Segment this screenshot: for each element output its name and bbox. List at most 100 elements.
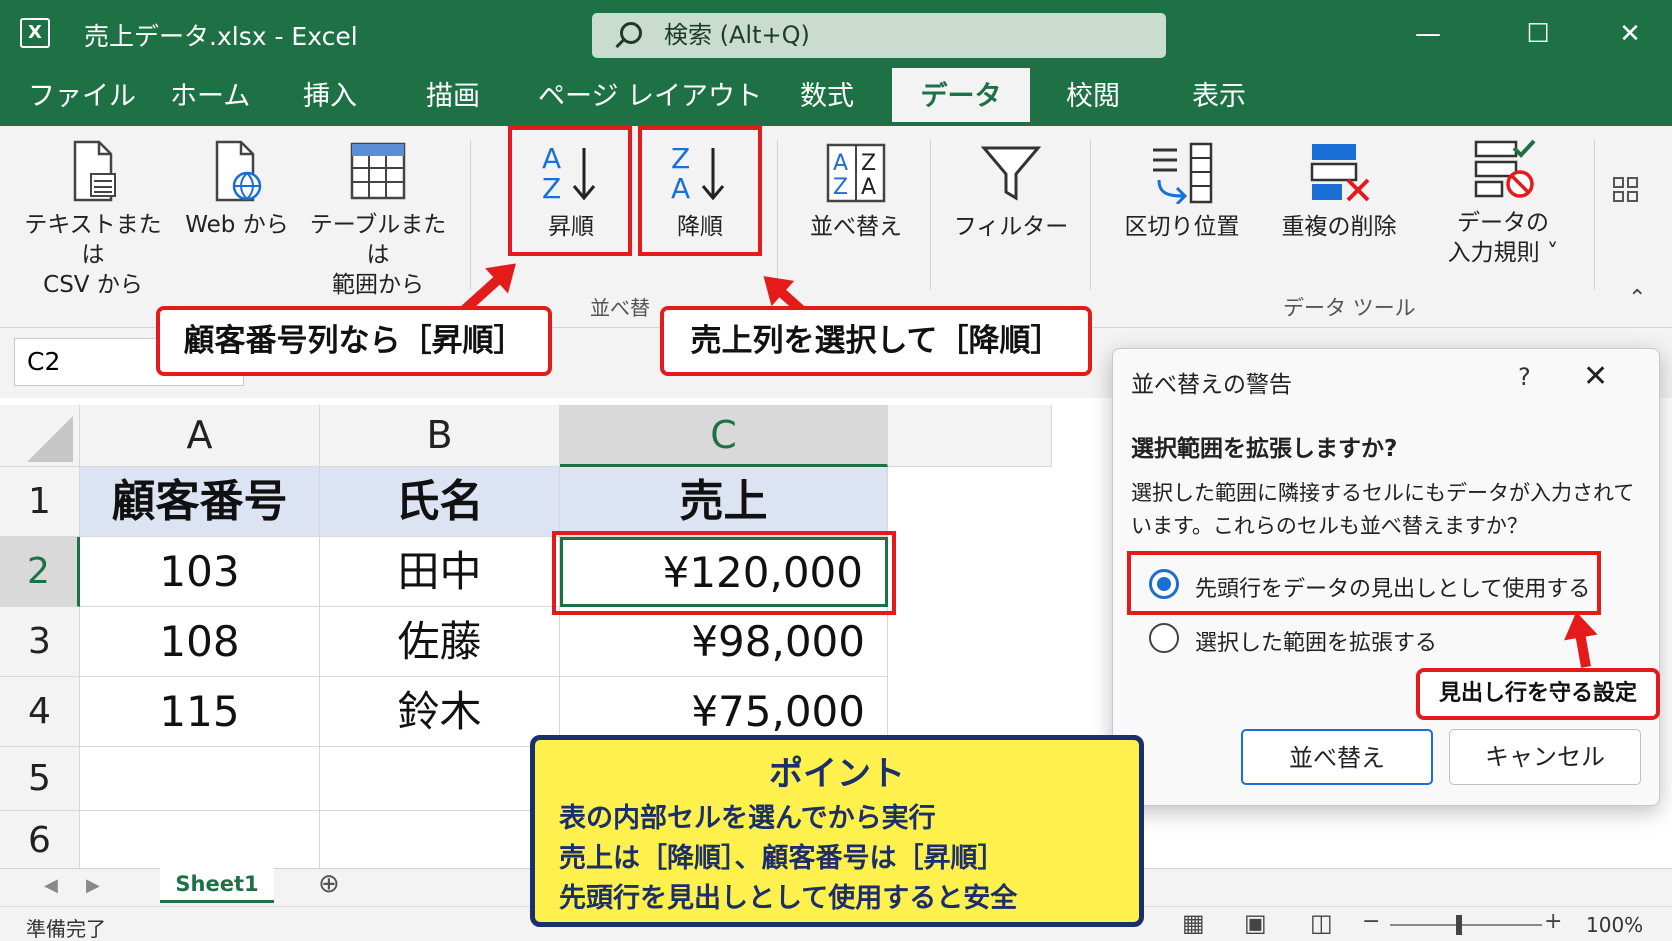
filter-label: フィルター <box>953 214 1069 240</box>
group-sort-filter-label: 並べ替えとフィルター <box>590 296 650 320</box>
zoom-out-icon[interactable]: − <box>1362 909 1380 934</box>
row-header-1[interactable]: 1 <box>0 467 80 537</box>
cell-a5[interactable] <box>80 747 320 811</box>
table-range-label: テーブルまたは 範囲から <box>309 212 447 298</box>
help-button[interactable]: ? <box>1518 363 1531 391</box>
scroll-right-icon[interactable]: ▶ <box>86 875 100 896</box>
zoom-slider[interactable] <box>1390 924 1542 926</box>
sort-warning-dialog: 並べ替えの警告 ? ✕ 選択範囲を拡張しますか? 選択した範囲に隣接するセルにも… <box>1112 348 1660 806</box>
radio-expand-selection[interactable] <box>1149 623 1179 653</box>
page-layout-view-icon[interactable]: ▣ <box>1244 909 1267 937</box>
cell-a4[interactable]: 115 <box>80 677 320 747</box>
row-header-2[interactable]: 2 <box>0 537 80 607</box>
ribbon-tabs: ファイル ホーム 挿入 描画 ページ レイアウト 数式 データ 校閲 表示 <box>0 68 1672 126</box>
row-header-3[interactable]: 3 <box>0 607 80 677</box>
cell-c3[interactable]: ¥98,000 <box>560 607 888 677</box>
collapse-ribbon-icon[interactable]: ⌃ <box>1628 286 1646 311</box>
ribbon-separator <box>470 140 471 290</box>
option-highlight-box <box>1127 551 1601 615</box>
search-box[interactable]: 検索 (Alt+Q) <box>592 13 1166 58</box>
tab-insert[interactable]: 挿入 <box>303 68 357 126</box>
group-outline-icon[interactable] <box>1612 176 1640 204</box>
point-title: ポイント <box>769 754 905 794</box>
tab-review[interactable]: 校閲 <box>1066 68 1120 126</box>
point-line-1: 表の内部セルを選んでから実行 <box>559 803 936 834</box>
maximize-button[interactable]: ☐ <box>1518 14 1558 54</box>
text-to-columns-icon <box>1153 142 1213 204</box>
cell-b2[interactable]: 田中 <box>320 537 560 607</box>
tab-data[interactable]: データ <box>892 68 1030 126</box>
filter-button[interactable]: フィルター <box>948 142 1074 242</box>
callout-ascending: 顧客番号列なら［昇順］ <box>156 306 552 376</box>
data-validation-button[interactable]: データの 入力規則 ˅ <box>1428 138 1578 268</box>
text-file-icon <box>73 140 116 202</box>
cell-b1[interactable]: 氏名 <box>320 467 560 537</box>
text-csv-button[interactable]: テキストまたは CSV から <box>18 140 168 300</box>
tab-home[interactable]: ホーム <box>170 68 250 126</box>
sort-confirm-button[interactable]: 並べ替え <box>1241 729 1433 785</box>
dialog-title: 並べ替えの警告 <box>1131 372 1292 398</box>
column-header-b[interactable]: B <box>320 405 560 467</box>
status-ready: 準備完了 <box>26 917 106 941</box>
point-line-3: 先頭行を見出しとして使用すると安全 <box>559 883 1018 914</box>
minimize-button[interactable]: — <box>1408 14 1448 54</box>
cell-b5[interactable] <box>320 747 560 811</box>
desc-highlight-box <box>638 126 762 256</box>
table-range-button[interactable]: テーブルまたは 範囲から <box>306 140 450 300</box>
sort-label: 並べ替え <box>810 214 902 240</box>
column-header-d[interactable] <box>888 405 1052 467</box>
asc-highlight-box <box>508 126 632 256</box>
svg-text:Z: Z <box>861 151 876 176</box>
radio-expand-selection-label[interactable]: 選択した範囲を拡張する <box>1195 625 1437 657</box>
cancel-button[interactable]: キャンセル <box>1449 729 1641 785</box>
page-break-view-icon[interactable]: ◫ <box>1310 909 1333 937</box>
text-csv-label: テキストまたは CSV から <box>24 212 162 298</box>
cell-a2[interactable]: 103 <box>80 537 320 607</box>
cell-b3[interactable]: 佐藤 <box>320 607 560 677</box>
close-button[interactable]: ✕ <box>1610 14 1650 54</box>
add-sheet-icon[interactable]: ⊕ <box>318 869 340 899</box>
remove-duplicates-button[interactable]: 重複の削除 <box>1266 142 1412 242</box>
cell-b6[interactable] <box>320 811 560 871</box>
select-all-corner[interactable] <box>0 405 80 467</box>
sort-dialog-icon: AZZA <box>826 143 886 203</box>
tab-draw[interactable]: 描画 <box>426 68 480 126</box>
window-title: 売上データ.xlsx - Excel <box>84 22 358 51</box>
cell-c1[interactable]: 売上 <box>560 467 888 537</box>
excel-logo-icon: X <box>20 18 50 48</box>
scroll-left-icon[interactable]: ◀ <box>44 875 58 896</box>
ribbon-separator <box>930 140 931 290</box>
tab-file[interactable]: ファイル <box>28 68 136 126</box>
cell-a6[interactable] <box>80 811 320 871</box>
tab-formulas[interactable]: 数式 <box>800 68 854 126</box>
sort-button[interactable]: AZZA 並べ替え <box>796 142 916 242</box>
row-header-4[interactable]: 4 <box>0 677 80 747</box>
web-icon <box>215 140 262 202</box>
text-to-columns-label: 区切り位置 <box>1124 214 1240 240</box>
tab-page-layout[interactable]: ページ レイアウト <box>538 68 762 126</box>
column-header-a[interactable]: A <box>80 405 320 467</box>
zoom-in-icon[interactable]: + <box>1544 909 1562 934</box>
search-placeholder: 検索 (Alt+Q) <box>664 21 810 49</box>
column-header-c[interactable]: C <box>560 405 888 467</box>
row-header-6[interactable]: 6 <box>0 811 80 871</box>
row-header-5[interactable]: 5 <box>0 747 80 811</box>
dialog-close-button[interactable]: ✕ <box>1583 359 1608 394</box>
cell-a1[interactable]: 顧客番号 <box>80 467 320 537</box>
remove-duplicates-icon <box>1310 144 1370 202</box>
text-to-columns-button[interactable]: 区切り位置 <box>1112 142 1252 242</box>
ribbon: テキストまたは CSV から Web から テーブルまたは 範囲から AZ 昇順… <box>0 126 1672 328</box>
tab-view[interactable]: 表示 <box>1192 68 1246 126</box>
cell-a3[interactable]: 108 <box>80 607 320 677</box>
normal-view-icon[interactable]: ▦ <box>1182 909 1205 937</box>
dialog-heading: 選択範囲を拡張しますか? <box>1131 436 1398 462</box>
zoom-slider-thumb[interactable] <box>1456 915 1462 935</box>
sheet-tab-sheet1[interactable]: Sheet1 <box>160 867 274 903</box>
data-validation-label: データの 入力規則 ˅ <box>1447 210 1559 266</box>
group-data-tools-label: データ ツール <box>1283 296 1416 320</box>
ribbon-separator <box>1594 140 1595 290</box>
svg-text:Z: Z <box>833 175 848 200</box>
cell-b4[interactable]: 鈴木 <box>320 677 560 747</box>
zoom-level: 100% <box>1586 913 1644 937</box>
web-button[interactable]: Web から <box>182 140 292 240</box>
